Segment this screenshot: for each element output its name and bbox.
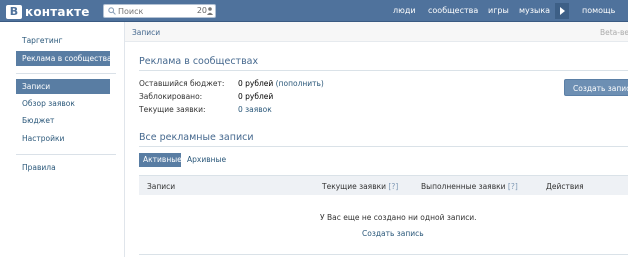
column-current-requests: Текущие заявки [?] <box>322 182 398 191</box>
music-play-icon[interactable] <box>555 3 569 19</box>
nav-music[interactable]: музыка <box>519 6 550 15</box>
budget-value: 0 рублей (пополнить) <box>238 79 324 88</box>
sidebar-item-targeting[interactable]: Таргетинг <box>22 36 63 45</box>
tab-archived[interactable]: Архивные <box>187 155 226 164</box>
sidebar-item-rules[interactable]: Правила <box>22 163 56 172</box>
nav-games[interactable]: игры <box>488 6 509 15</box>
create-post-button[interactable]: Создать запись <box>564 79 628 96</box>
vk-logo-text: контакте <box>25 4 90 19</box>
help-link[interactable]: [?] <box>508 182 518 191</box>
ads-section-title: Реклама в сообществах <box>139 56 259 67</box>
search-input[interactable] <box>118 5 188 17</box>
sidebar-item-budget[interactable]: Бюджет <box>22 116 54 125</box>
main-panel: Записи Beta-ве Реклама в сообществах Ост… <box>124 22 628 257</box>
section-divider <box>139 146 628 147</box>
budget-amount: 0 рублей <box>238 79 274 88</box>
vk-logo[interactable]: В контакте <box>6 4 90 19</box>
column-actions: Действия <box>546 182 584 191</box>
sidebar-divider <box>16 154 116 155</box>
sidebar-item-community-ads[interactable]: Реклама в сообществах <box>16 51 116 66</box>
vk-logo-mark: В <box>6 4 22 19</box>
beta-label: Beta-ве <box>599 28 628 37</box>
main-header: Записи Beta-ве <box>125 22 628 42</box>
column-posts: Записи <box>147 182 176 191</box>
top-bar: В контакте 20 люди сообщества игры музык… <box>0 0 628 22</box>
help-link[interactable]: [?] <box>388 182 398 191</box>
nav-communities[interactable]: сообщества <box>428 6 478 15</box>
sidebar-item-requests[interactable]: Обзор заявок <box>22 99 75 108</box>
budget-label: Оставшийся бюджет: <box>139 79 225 88</box>
current-requests-label: Текущие заявки: <box>139 105 206 114</box>
page-title: Записи <box>132 28 161 37</box>
all-posts-title: Все рекламные записи <box>139 132 254 143</box>
create-post-link[interactable]: Создать запись <box>362 229 424 238</box>
empty-message: У Вас еще не создано ни одной записи. <box>320 213 477 222</box>
table-header: Записи Текущие заявки [?] Выполненные за… <box>139 175 628 195</box>
nav-people[interactable]: люди <box>393 6 416 15</box>
search-box[interactable]: 20 <box>103 4 216 18</box>
nav-help[interactable]: помощь <box>582 6 615 15</box>
column-completed-requests: Выполненные заявки [?] <box>421 182 518 191</box>
blocked-label: Заблокировано: <box>139 92 203 101</box>
sidebar: Таргетинг Реклама в сообществах Записи О… <box>0 22 124 257</box>
tab-active[interactable]: Активные <box>139 153 182 167</box>
current-requests-link[interactable]: 0 заявок <box>238 105 272 114</box>
sidebar-item-posts[interactable]: Записи <box>16 79 110 94</box>
person-icon <box>207 7 213 15</box>
blocked-value: 0 рублей <box>238 92 274 101</box>
sidebar-item-settings[interactable]: Настройки <box>22 134 64 143</box>
column-current-requests-label: Текущие заявки <box>322 182 387 191</box>
column-completed-requests-label: Выполненные заявки <box>421 182 506 191</box>
table-bottom-divider <box>139 254 628 255</box>
search-count: 20 <box>196 6 207 15</box>
top-up-link[interactable]: (пополнить) <box>276 79 324 88</box>
sidebar-divider <box>16 73 116 74</box>
search-icon <box>108 7 116 15</box>
section-divider <box>139 70 628 71</box>
